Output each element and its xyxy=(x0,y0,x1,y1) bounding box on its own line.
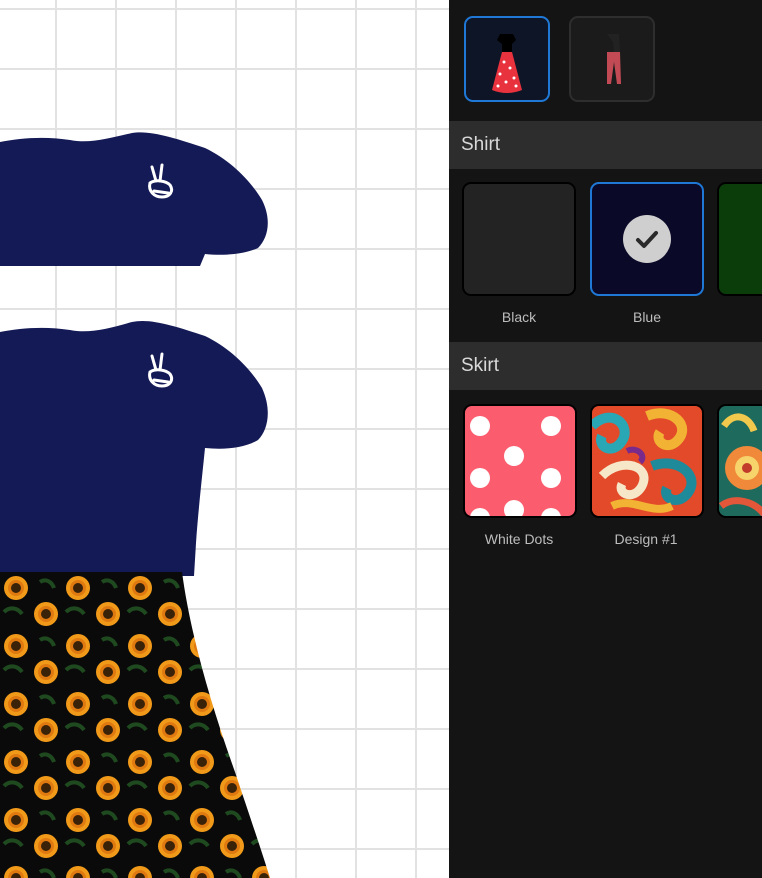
checkmark-icon xyxy=(623,215,671,263)
white-dots-pattern-icon xyxy=(465,406,575,516)
preview-canvas[interactable] xyxy=(0,0,449,878)
skirt-option-white-dots[interactable] xyxy=(463,404,577,518)
shirt-option-black[interactable] xyxy=(462,182,576,296)
bunny-logo-icon xyxy=(148,163,174,199)
shirt-option-blue[interactable] xyxy=(590,182,704,296)
dress-icon xyxy=(492,34,522,93)
pants-icon xyxy=(607,34,621,84)
skirt-option-label: White Dots xyxy=(484,531,554,547)
skirt-option-design-2[interactable] xyxy=(717,404,762,518)
skirt-option-design-1[interactable] xyxy=(590,404,704,518)
outfit-tab-dress[interactable] xyxy=(464,16,550,102)
shirt-preview xyxy=(0,320,268,576)
swirl-pattern-icon xyxy=(592,406,702,516)
options-panel: Shirt Black Blue G Skirt White Dots xyxy=(449,0,762,878)
floral-pattern-icon xyxy=(719,406,762,516)
shirt-option-label: G xyxy=(709,309,762,325)
bunny-logo-icon xyxy=(148,352,174,388)
outfit-tab-pants[interactable] xyxy=(569,16,655,102)
shirt-option-label: Black xyxy=(501,309,537,325)
shirt-option-green[interactable] xyxy=(717,182,762,296)
shirt-preview-top xyxy=(0,132,268,266)
shirt-section-header: Shirt xyxy=(449,121,762,169)
skirt-section-header: Skirt xyxy=(449,342,762,390)
shirt-option-label: Blue xyxy=(632,309,662,325)
skirt-option-label: Design #1 xyxy=(614,531,678,547)
skirt-preview xyxy=(0,572,270,878)
skirt-option-label: Des xyxy=(709,531,762,547)
